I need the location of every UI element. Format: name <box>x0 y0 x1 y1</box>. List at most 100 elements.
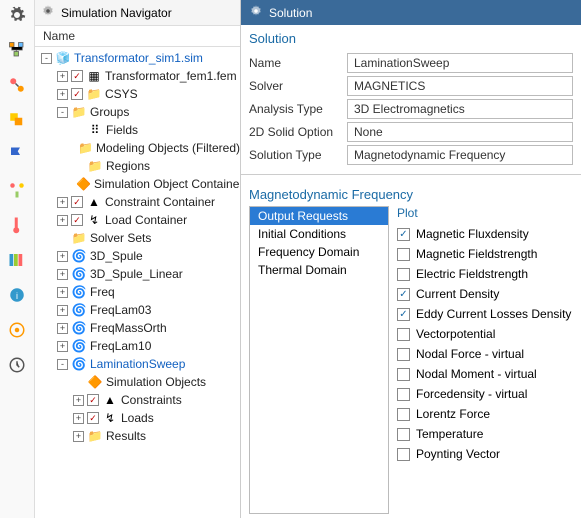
tree-label: Modeling Objects (Filtered) <box>96 141 240 155</box>
tree-node[interactable]: +↯Load Container <box>37 211 240 229</box>
tree-node[interactable]: -🧊Transformator_sim1.sim <box>37 49 240 67</box>
tree-node[interactable]: +🌀FreqMassOrth <box>37 319 240 337</box>
tree-twisty-icon[interactable]: - <box>57 359 68 370</box>
tree-node[interactable]: +▦Transformator_fem1.fem <box>37 67 240 85</box>
list-item[interactable]: Output Requests <box>250 207 388 225</box>
tree-twisty-icon[interactable]: - <box>57 107 68 118</box>
tree-checkbox[interactable] <box>71 88 83 100</box>
checkbox[interactable] <box>397 388 410 401</box>
tree-checkbox[interactable] <box>71 196 83 208</box>
books-icon[interactable] <box>8 251 26 272</box>
tree-node[interactable]: +🌀Freq <box>37 283 240 301</box>
checkbox[interactable] <box>397 368 410 381</box>
solution-panel: Solution Solution NameLaminationSweep So… <box>241 0 581 518</box>
link-icon[interactable] <box>8 76 26 97</box>
tree-twisty-icon[interactable]: + <box>73 395 84 406</box>
checkbox[interactable] <box>397 408 410 421</box>
checkbox[interactable] <box>397 268 410 281</box>
list-item[interactable]: Frequency Domain <box>250 243 388 261</box>
tree-node[interactable]: +↯Loads <box>37 409 240 427</box>
tree-node[interactable]: ⠿Fields <box>37 121 240 139</box>
tree-node[interactable]: +▲Constraints <box>37 391 240 409</box>
plot-option[interactable]: Temperature <box>397 424 573 444</box>
tree-checkbox[interactable] <box>71 70 83 82</box>
plot-option[interactable]: Nodal Moment - virtual <box>397 364 573 384</box>
checkbox[interactable] <box>397 288 410 301</box>
field-2d[interactable]: None <box>347 122 573 142</box>
plot-option[interactable]: Current Density <box>397 284 573 304</box>
checkbox[interactable] <box>397 308 410 321</box>
column-header-name[interactable]: Name <box>35 26 240 47</box>
tree-icon[interactable] <box>8 41 26 62</box>
tree-node[interactable]: 🔶Simulation Object Container <box>37 175 240 193</box>
tree-checkbox[interactable] <box>87 412 99 424</box>
list-item[interactable]: Initial Conditions <box>250 225 388 243</box>
gear-icon[interactable] <box>41 4 55 21</box>
tree-checkbox[interactable] <box>87 394 99 406</box>
plot-option[interactable]: Forcedensity - virtual <box>397 384 573 404</box>
checkbox[interactable] <box>397 448 410 461</box>
plot-option[interactable]: Lorentz Force <box>397 404 573 424</box>
checkbox[interactable] <box>397 228 410 241</box>
plot-option[interactable]: Vectorpotential <box>397 324 573 344</box>
tree-twisty-icon[interactable]: + <box>57 197 68 208</box>
tree-label: Simulation Objects <box>106 375 206 389</box>
tree-twisty-icon[interactable]: + <box>57 269 68 280</box>
tree-twisty-icon[interactable]: + <box>57 71 68 82</box>
plot-option-label: Vectorpotential <box>416 327 495 341</box>
tree-node[interactable]: +📁Results <box>37 427 240 445</box>
tree-twisty-icon[interactable]: + <box>57 323 68 334</box>
layers-icon[interactable] <box>8 111 26 132</box>
thermo-icon[interactable] <box>8 216 26 237</box>
field-analysis[interactable]: 3D Electromagnetics <box>347 99 573 119</box>
flag-icon[interactable] <box>8 146 26 167</box>
tree-checkbox[interactable] <box>71 214 83 226</box>
tree-twisty-icon[interactable]: + <box>73 431 84 442</box>
tree-node[interactable]: -📁Groups <box>37 103 240 121</box>
tree-twisty-icon[interactable]: - <box>41 53 52 64</box>
tree-node[interactable]: 📁Solver Sets <box>37 229 240 247</box>
tree-twisty-icon[interactable]: + <box>73 413 84 424</box>
tree-node[interactable]: 📁Regions <box>37 157 240 175</box>
tree-node[interactable]: +▲Constraint Container <box>37 193 240 211</box>
plot-option[interactable]: Nodal Force - virtual <box>397 344 573 364</box>
tree-twisty-icon[interactable]: + <box>57 287 68 298</box>
tree-node[interactable]: +🌀3D_Spule <box>37 247 240 265</box>
tree-twisty-icon[interactable]: + <box>57 305 68 316</box>
tree-twisty-icon[interactable]: + <box>57 215 68 226</box>
target-icon[interactable] <box>8 321 26 342</box>
tree-node[interactable]: +🌀3D_Spule_Linear <box>37 265 240 283</box>
list-item[interactable]: Thermal Domain <box>250 261 388 279</box>
tree-node[interactable]: +🌀FreqLam03 <box>37 301 240 319</box>
gear-icon[interactable] <box>8 6 26 27</box>
clock-icon[interactable] <box>8 356 26 377</box>
tree-node[interactable]: +🌀FreqLam10 <box>37 337 240 355</box>
plot-option[interactable]: Poynting Vector <box>397 444 573 464</box>
tree-node[interactable]: +📁CSYS <box>37 85 240 103</box>
field-soltype[interactable]: Magnetodynamic Frequency <box>347 145 573 165</box>
tree-twisty-icon[interactable]: + <box>57 251 68 262</box>
tree-node[interactable]: -🌀LaminationSweep <box>37 355 240 373</box>
checkbox[interactable] <box>397 328 410 341</box>
field-name[interactable]: LaminationSweep <box>347 53 573 73</box>
tree-node[interactable]: 📁Modeling Objects (Filtered) <box>37 139 240 157</box>
tree-node[interactable]: 🔶Simulation Objects <box>37 373 240 391</box>
plot-option[interactable]: Magnetic Fluxdensity <box>397 224 573 244</box>
plot-option[interactable]: Magnetic Fieldstrength <box>397 244 573 264</box>
plot-option-label: Eddy Current Losses Density <box>416 307 571 321</box>
field-solver[interactable]: MAGNETICS <box>347 76 573 96</box>
tree-twisty-icon[interactable]: + <box>57 341 68 352</box>
tree-twisty-icon[interactable]: + <box>57 89 68 100</box>
plot-option[interactable]: Eddy Current Losses Density <box>397 304 573 324</box>
checkbox[interactable] <box>397 428 410 441</box>
tree-label: Load Container <box>105 213 187 227</box>
nav-tree[interactable]: -🧊Transformator_sim1.sim+▦Transformator_… <box>35 47 240 518</box>
info-icon[interactable]: i <box>8 286 26 307</box>
checkbox[interactable] <box>397 348 410 361</box>
filter-icon[interactable] <box>8 181 26 202</box>
plot-option[interactable]: Electric Fieldstrength <box>397 264 573 284</box>
simobj-icon: 🔶 <box>76 176 91 192</box>
tree-label: CSYS <box>105 87 138 101</box>
output-category-list[interactable]: Output RequestsInitial ConditionsFrequen… <box>249 206 389 514</box>
checkbox[interactable] <box>397 248 410 261</box>
